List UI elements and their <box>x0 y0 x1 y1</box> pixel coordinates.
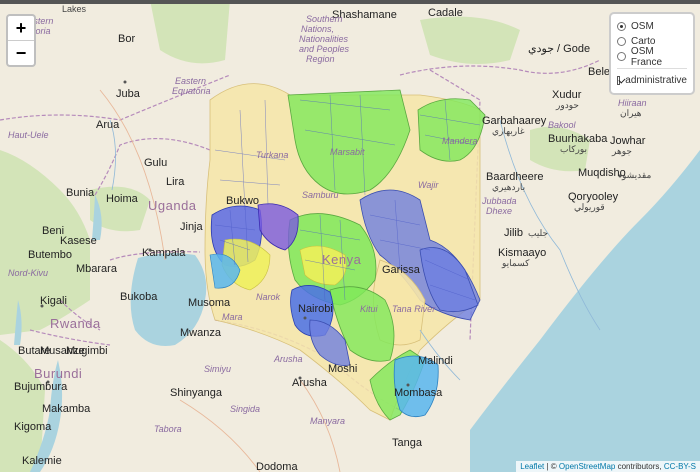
label-juba: Juba <box>116 88 141 100</box>
label-xudur-ar: حودور <box>555 100 579 111</box>
label-mwanza: Mwanza <box>180 327 222 339</box>
attribution: Leaflet | © OpenStreetMap contributors, … <box>516 461 700 472</box>
label-uganda: Uganda <box>148 198 197 213</box>
zoom-out-button[interactable]: − <box>8 41 34 65</box>
label-narok: Narok <box>256 292 281 302</box>
label-bujumbura: Bujumbura <box>14 381 68 393</box>
label-arusha-region: Arusha <box>273 354 303 364</box>
label-burundi: Burundi <box>34 366 82 381</box>
overlay-label-administrative: administrative <box>625 75 687 86</box>
layer-control: OSM Carto OSM France administrative <box>609 12 695 95</box>
label-cadale: Cadale <box>428 7 463 19</box>
label-dodoma: Dodoma <box>256 461 298 472</box>
label-arusha: Arusha <box>292 377 328 389</box>
map-tiles: Lakes Bor Shashamane Cadale Southern Nat… <box>0 0 700 472</box>
label-makamba: Makamba <box>42 403 91 415</box>
zoom-in-button[interactable]: + <box>8 16 34 41</box>
label-beled: Bele <box>588 66 610 78</box>
label-hiiraan-ar: هيران <box>620 108 642 119</box>
label-singida: Singida <box>230 404 260 414</box>
label-jilib-ar: جليب <box>528 228 548 238</box>
zoom-control: + − <box>6 14 36 67</box>
label-jowhar-ar: جوهر <box>611 146 632 157</box>
leaflet-link[interactable]: Leaflet <box>520 462 544 471</box>
label-muqdisho: Muqdisho <box>578 167 626 179</box>
label-gode: جودي / Gode <box>528 43 590 55</box>
label-muqdisho-ar: مقديشو <box>621 170 651 181</box>
label-garissa: Garissa <box>382 264 421 276</box>
label-manyara: Manyara <box>310 416 345 426</box>
label-qoryooley-ar: قوريولي <box>574 202 605 213</box>
label-nord-kivu: Nord-Kivu <box>8 268 48 278</box>
osm-link[interactable]: OpenStreetMap <box>559 462 615 471</box>
label-kismaayo-ar: كسمايو <box>501 258 530 269</box>
label-bukwo: Bukwo <box>226 195 259 207</box>
attribution-sep: | © <box>544 462 559 471</box>
label-kalemie: Kalemie <box>22 455 62 467</box>
label-baardheere-ar: باردهيري <box>492 182 525 193</box>
toolbar-strip <box>0 0 700 4</box>
radio-osm[interactable] <box>617 22 626 31</box>
label-jinja: Jinja <box>180 221 204 233</box>
label-wajir: Wajir <box>418 180 439 190</box>
label-nairobi: Nairobi <box>298 303 333 315</box>
attribution-contributors: contributors, <box>615 462 664 471</box>
label-kigali: Kigali <box>40 295 67 307</box>
label-lakes: Lakes <box>62 4 87 14</box>
label-garbahaarey-ar: غاربهاري <box>492 126 525 137</box>
layer-label-osm: OSM <box>631 21 654 32</box>
layer-label-osm-france: OSM France <box>630 45 663 68</box>
label-turkana: Turkana <box>256 150 288 160</box>
label-butare: Butare <box>18 345 50 357</box>
label-butembo: Butembo <box>28 249 72 261</box>
label-mandera: Mandera <box>442 136 478 146</box>
label-haut-uele: Haut-Uele <box>8 130 49 140</box>
label-kenya: Kenya <box>322 252 362 267</box>
layer-separator <box>617 68 687 69</box>
label-simiyu: Simiyu <box>204 364 231 374</box>
label-eastern-equatoria: Eastern Equatoria <box>172 76 211 96</box>
label-arua: Arua <box>96 119 120 131</box>
license-link[interactable]: CC-BY-S <box>664 462 696 471</box>
label-tanga: Tanga <box>392 437 423 449</box>
label-kitui: Kitui <box>360 304 379 314</box>
label-marsabit: Marsabit <box>330 147 365 157</box>
label-shinyanga: Shinyanga <box>170 387 223 399</box>
label-mombasa: Mombasa <box>394 387 443 399</box>
layer-option-osm[interactable]: OSM <box>617 19 687 34</box>
label-kampala: Kampala <box>142 247 186 259</box>
map-canvas[interactable]: Lakes Bor Shashamane Cadale Southern Nat… <box>0 0 700 472</box>
label-hiiraan: Hiiraan <box>618 98 647 108</box>
label-bukoba: Bukoba <box>120 291 158 303</box>
label-jilib: Jilib <box>504 227 523 239</box>
label-hoima: Hoima <box>106 193 139 205</box>
label-malindi: Malindi <box>418 355 453 367</box>
label-rwanda: Rwanda <box>50 316 101 331</box>
label-lira: Lira <box>166 176 185 188</box>
radio-carto[interactable] <box>617 37 626 46</box>
label-kigoma: Kigoma <box>14 421 52 433</box>
label-mbarara: Mbarara <box>76 263 118 275</box>
label-tana-river: Tana River <box>392 304 436 314</box>
overlay-option-administrative[interactable]: administrative <box>617 73 687 88</box>
label-tabora: Tabora <box>154 424 182 434</box>
label-bunia: Bunia <box>66 187 95 199</box>
checkbox-administrative[interactable] <box>617 76 621 85</box>
label-mara: Mara <box>222 312 243 322</box>
label-mugimbi: Mugimbi <box>66 345 108 357</box>
label-moshi: Moshi <box>328 363 357 375</box>
layer-option-osm-france[interactable]: OSM France <box>617 46 687 68</box>
label-musoma: Musoma <box>188 297 231 309</box>
label-gulu: Gulu <box>144 157 167 169</box>
label-samburu: Samburu <box>302 190 339 200</box>
label-bor: Bor <box>118 33 135 45</box>
label-buurhakaba-ar: بوركاب <box>560 144 587 155</box>
radio-osm-france[interactable] <box>617 52 626 61</box>
label-bakool: Bakool <box>548 120 577 130</box>
label-kasese: Kasese <box>60 235 97 247</box>
